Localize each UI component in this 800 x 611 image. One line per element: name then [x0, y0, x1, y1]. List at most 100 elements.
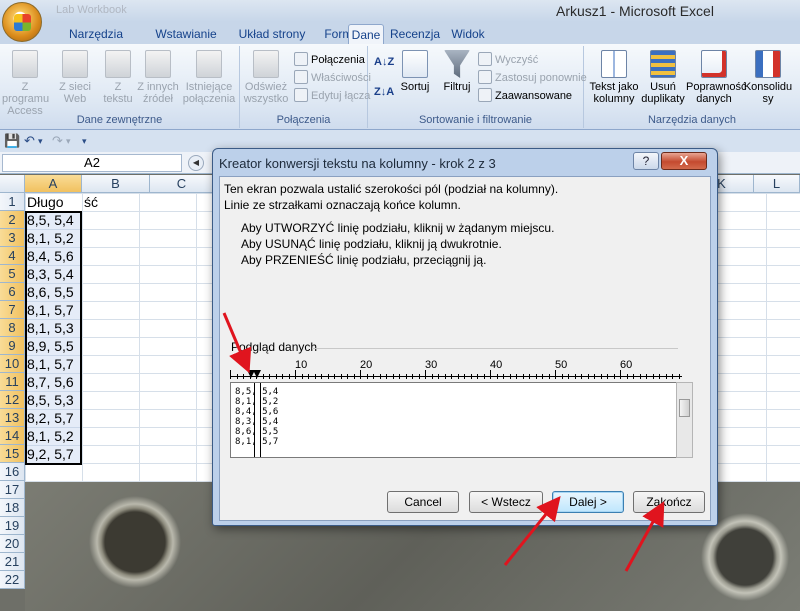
row-header-21[interactable]: 21 — [0, 553, 25, 571]
column-ruler[interactable]: 10 20 30 40 50 60 — [230, 357, 684, 382]
name-box-dropdown-icon[interactable]: ◀ — [188, 155, 204, 171]
name-box[interactable]: A2 — [2, 154, 182, 172]
row-header-1[interactable]: 1 — [0, 193, 25, 211]
select-all-corner[interactable] — [0, 175, 25, 193]
refresh-all-button[interactable]: Odśwież wszystko — [242, 48, 290, 105]
col-header-a[interactable]: A — [25, 175, 82, 193]
back-button[interactable]: < Wstecz — [469, 491, 543, 513]
customize-qat-icon[interactable]: ▾ — [82, 136, 87, 147]
data-preview[interactable]: 8,5, 5,4 8,1, 5,2 8,4, 5,6 8,3, 5,4 8,6,… — [230, 382, 684, 458]
from-web-label: Z sieci Web — [59, 81, 91, 105]
finish-button[interactable]: Zakończ — [633, 491, 705, 513]
row-header-9[interactable]: 9 — [0, 337, 25, 355]
cell-a11[interactable]: 8,7, 5,6 — [25, 373, 74, 391]
ribbon-tabs: Narzędzia główne Wstawianie Układ strony… — [0, 22, 800, 61]
sort-az-button[interactable]: A↓Z — [374, 54, 394, 70]
intro-line-2: Linie ze strzałkami oznaczają końce kolu… — [224, 198, 461, 212]
filter-button[interactable]: Filtruj — [440, 48, 474, 93]
advanced-button[interactable]: Zaawansowane — [478, 88, 572, 104]
row-header-8[interactable]: 8 — [0, 319, 25, 337]
sort-za-button[interactable]: Z↓A — [374, 84, 394, 100]
properties-button[interactable]: Właściwości — [294, 70, 371, 86]
redo-dropdown-icon[interactable]: ▾ — [66, 136, 71, 147]
cell-a12[interactable]: 8,5, 5,3 — [25, 391, 74, 409]
row-header-12[interactable]: 12 — [0, 391, 25, 409]
cell-a1[interactable]: Długo — [25, 193, 64, 211]
tab-home[interactable]: Narzędzia główne — [50, 24, 142, 61]
cell-a9[interactable]: 8,9, 5,5 — [25, 337, 74, 355]
row-header-17[interactable]: 17 — [0, 481, 25, 499]
row-header-16[interactable]: 16 — [0, 463, 25, 481]
save-icon[interactable]: 💾 — [4, 133, 20, 149]
col-header-c[interactable]: C — [150, 175, 214, 193]
cell-a13[interactable]: 8,2, 5,7 — [25, 409, 74, 427]
row-header-3[interactable]: 3 — [0, 229, 25, 247]
cell-a15[interactable]: 9,2, 5,7 — [25, 445, 74, 463]
row-header-14[interactable]: 14 — [0, 427, 25, 445]
office-button[interactable] — [2, 2, 42, 42]
edit-links-button[interactable]: Edytuj łącza — [294, 88, 370, 104]
existing-connections-button[interactable]: Istniejące połączenia — [182, 48, 236, 105]
row-header-2[interactable]: 2 — [0, 211, 25, 229]
reapply-button[interactable]: Zastosuj ponownie — [478, 70, 587, 86]
from-other-sources-button[interactable]: Z innych źródeł — [136, 48, 180, 105]
sort-button[interactable]: Sortuj — [398, 48, 432, 93]
row-header-6[interactable]: 6 — [0, 283, 25, 301]
cell-a2[interactable]: 8,5, 5,4 — [25, 211, 74, 229]
row-header-13[interactable]: 13 — [0, 409, 25, 427]
cell-a14[interactable]: 8,1, 5,2 — [25, 427, 74, 445]
tab-view[interactable]: Widok — [446, 24, 490, 44]
break-arrow-2-icon[interactable] — [252, 369, 266, 379]
cell-a10[interactable]: 8,1, 5,7 — [25, 355, 74, 373]
ruler-tick — [295, 370, 296, 379]
undo-dropdown-icon[interactable]: ▾ — [38, 136, 43, 147]
col-header-l[interactable]: L — [754, 175, 800, 193]
cell-a3[interactable]: 8,1, 5,2 — [25, 229, 74, 247]
ruler-tick — [659, 374, 660, 379]
ruler-tick — [503, 374, 504, 379]
cell-a6[interactable]: 8,6, 5,5 — [25, 283, 74, 301]
ruler-tick — [392, 374, 394, 379]
row-header-5[interactable]: 5 — [0, 265, 25, 283]
col-header-b[interactable]: B — [82, 175, 150, 193]
row-header-18[interactable]: 18 — [0, 499, 25, 517]
preview-scrollbar[interactable] — [676, 382, 693, 458]
row-header-19[interactable]: 19 — [0, 517, 25, 535]
cell-a5[interactable]: 8,3, 5,4 — [25, 265, 74, 283]
tab-page-layout[interactable]: Układ strony — [232, 24, 312, 44]
refresh-all-label: Odśwież wszystko — [243, 81, 289, 105]
consolidate-button[interactable]: Konsolidu sy — [742, 48, 794, 105]
cell-a4[interactable]: 8,4, 5,6 — [25, 247, 74, 265]
scrollbar-thumb[interactable] — [679, 399, 690, 417]
from-other-sources-label: Z innych źródeł — [137, 81, 179, 105]
row-header-4[interactable]: 4 — [0, 247, 25, 265]
row-header-20[interactable]: 20 — [0, 535, 25, 553]
close-button[interactable]: X — [661, 152, 707, 170]
row-header-22[interactable]: 22 — [0, 571, 25, 589]
cell-a8[interactable]: 8,1, 5,3 — [25, 319, 74, 337]
cell-b1[interactable]: ść — [82, 193, 98, 211]
cell-a7[interactable]: 8,1, 5,7 — [25, 301, 74, 319]
row-header-15[interactable]: 15 — [0, 445, 25, 463]
help-button[interactable]: ? — [633, 152, 659, 170]
tab-data[interactable]: Dane — [348, 24, 384, 44]
text-to-columns-button[interactable]: Tekst jako kolumny — [588, 48, 640, 105]
tab-review[interactable]: Recenzja — [390, 24, 440, 44]
tab-insert[interactable]: Wstawianie — [146, 24, 226, 44]
ruler-tick — [457, 374, 459, 379]
next-button[interactable]: Dalej > — [552, 491, 624, 513]
row-header-11[interactable]: 11 — [0, 373, 25, 391]
ruler-tick — [633, 374, 634, 379]
clear-button[interactable]: Wyczyść — [478, 52, 538, 68]
from-access-button[interactable]: Z programu Access — [2, 48, 49, 117]
cancel-button[interactable]: Cancel — [387, 491, 459, 513]
connections-button[interactable]: Połączenia — [294, 52, 365, 68]
from-text-button[interactable]: Z tekstu — [98, 48, 138, 105]
undo-icon[interactable]: ↶ — [24, 133, 35, 149]
row-header-7[interactable]: 7 — [0, 301, 25, 319]
remove-duplicates-button[interactable]: Usuń duplikaty — [640, 48, 686, 105]
from-web-button[interactable]: Z sieci Web — [52, 48, 98, 105]
redo-icon[interactable]: ↷ — [52, 133, 63, 149]
data-validation-button[interactable]: Poprawność danych — [686, 48, 747, 105]
row-header-10[interactable]: 10 — [0, 355, 25, 373]
